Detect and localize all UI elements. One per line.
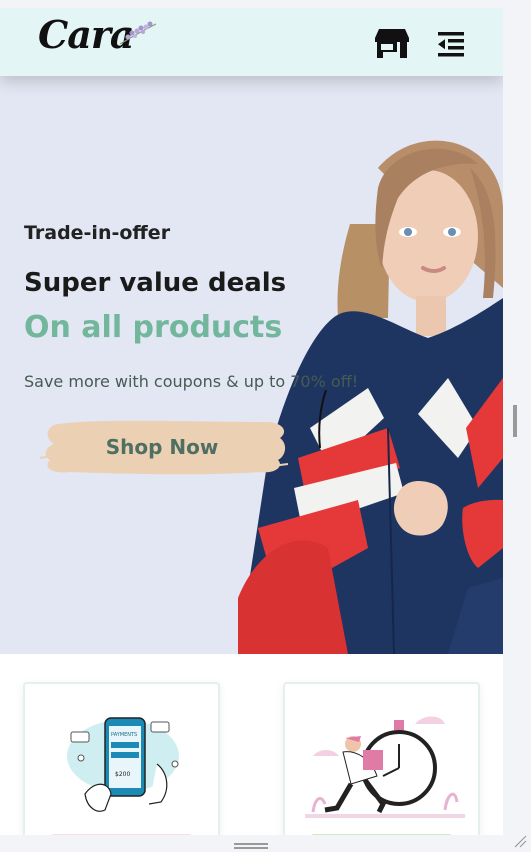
hero-headline: Super value deals [24, 268, 287, 298]
bottom-resize-handle[interactable] [234, 843, 268, 849]
hero-section: Trade-in-offer Super value deals On all … [0, 76, 503, 654]
shop-now-label: Shop Now [105, 435, 219, 459]
model-photo [238, 140, 503, 654]
hero-tag: Trade-in-offer [24, 222, 171, 244]
payment-phone-illustration: PAYMENTS $200 [67, 717, 179, 812]
feature-card-delivery[interactable] [283, 682, 480, 835]
lavender-icon [119, 21, 157, 45]
menu-button[interactable] [434, 26, 474, 62]
hero-highlight: On all products [24, 310, 283, 345]
svg-text:PAYMENTS: PAYMENTS [111, 732, 137, 738]
menu-icon [438, 32, 464, 57]
svg-text:$200: $200 [115, 771, 130, 778]
store-button[interactable] [372, 26, 412, 62]
page-viewport: Cara Trade-in-offer Super value deals On… [0, 8, 503, 835]
store-icon [375, 29, 409, 58]
header: Cara [0, 8, 503, 76]
resize-corner-icon[interactable] [513, 834, 527, 848]
side-scroll-handle[interactable] [513, 405, 517, 437]
shop-now-button[interactable]: Shop Now [40, 416, 290, 478]
feature-card-payment[interactable]: PAYMENTS $200 [23, 682, 220, 835]
logo[interactable]: Cara [38, 12, 168, 74]
hero-subtitle: Save more with coupons & up to 70% off! [24, 372, 359, 391]
delivery-clock-illustration [305, 716, 465, 818]
